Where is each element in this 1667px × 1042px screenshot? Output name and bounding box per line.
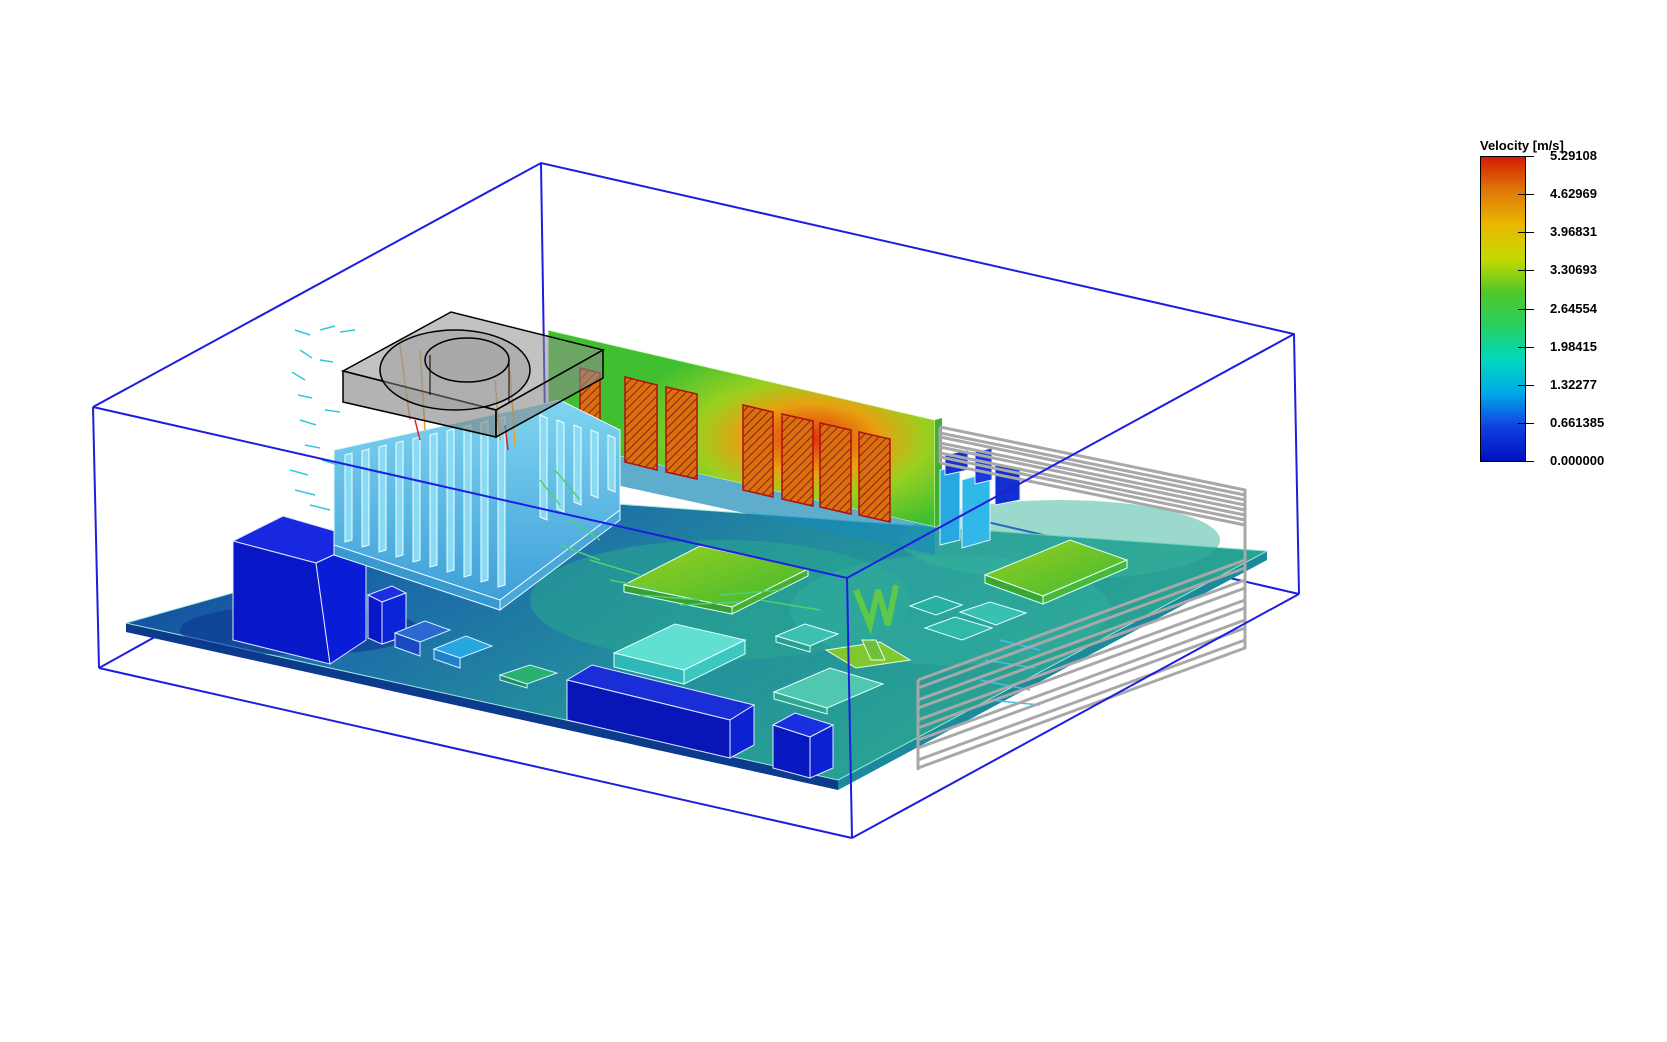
legend-value-label: 1.98415 bbox=[1550, 338, 1597, 354]
legend-tick bbox=[1526, 194, 1534, 196]
legend-tick bbox=[1526, 384, 1534, 386]
simulation-viewport[interactable]: Velocity [m/s] 5.29108 4.62969 3.96831 3.30… bbox=[0, 0, 1667, 1042]
legend-inner-tick bbox=[1518, 156, 1526, 157]
legend-tick bbox=[1526, 232, 1534, 234]
legend-inner-tick bbox=[1518, 308, 1526, 310]
legend-inner-tick bbox=[1518, 422, 1526, 424]
legend-value-label: 5.29108 bbox=[1550, 148, 1597, 163]
legend-tick bbox=[1526, 346, 1534, 348]
legend-value-label: 0.661385 bbox=[1550, 414, 1605, 430]
legend-inner-tick bbox=[1518, 461, 1526, 462]
legend-inner-tick bbox=[1518, 346, 1526, 348]
velocity-legend: Velocity [m/s] 5.29108 4.62969 3.96831 3.30… bbox=[1480, 138, 1655, 478]
front-small-connector bbox=[771, 712, 835, 779]
legend-tick bbox=[1526, 422, 1534, 424]
legend-value-label: 4.62969 bbox=[1550, 186, 1597, 202]
legend-value-label: 2.64554 bbox=[1550, 300, 1597, 316]
legend-value-label: 0.000000 bbox=[1550, 453, 1605, 468]
legend-tick bbox=[1526, 308, 1534, 310]
legend-tick bbox=[1526, 461, 1534, 462]
velocity-field-scene bbox=[92, 161, 1300, 839]
legend-value-label: 3.30693 bbox=[1550, 262, 1597, 278]
legend-inner-tick bbox=[1518, 232, 1526, 234]
legend-tick bbox=[1526, 270, 1534, 272]
legend-inner-tick bbox=[1518, 194, 1526, 196]
legend-tick bbox=[1526, 156, 1534, 157]
legend-value-label: 1.32277 bbox=[1550, 376, 1597, 392]
legend-inner-tick bbox=[1518, 384, 1526, 386]
legend-inner-tick bbox=[1518, 270, 1526, 272]
legend-value-label: 3.96831 bbox=[1550, 224, 1597, 240]
